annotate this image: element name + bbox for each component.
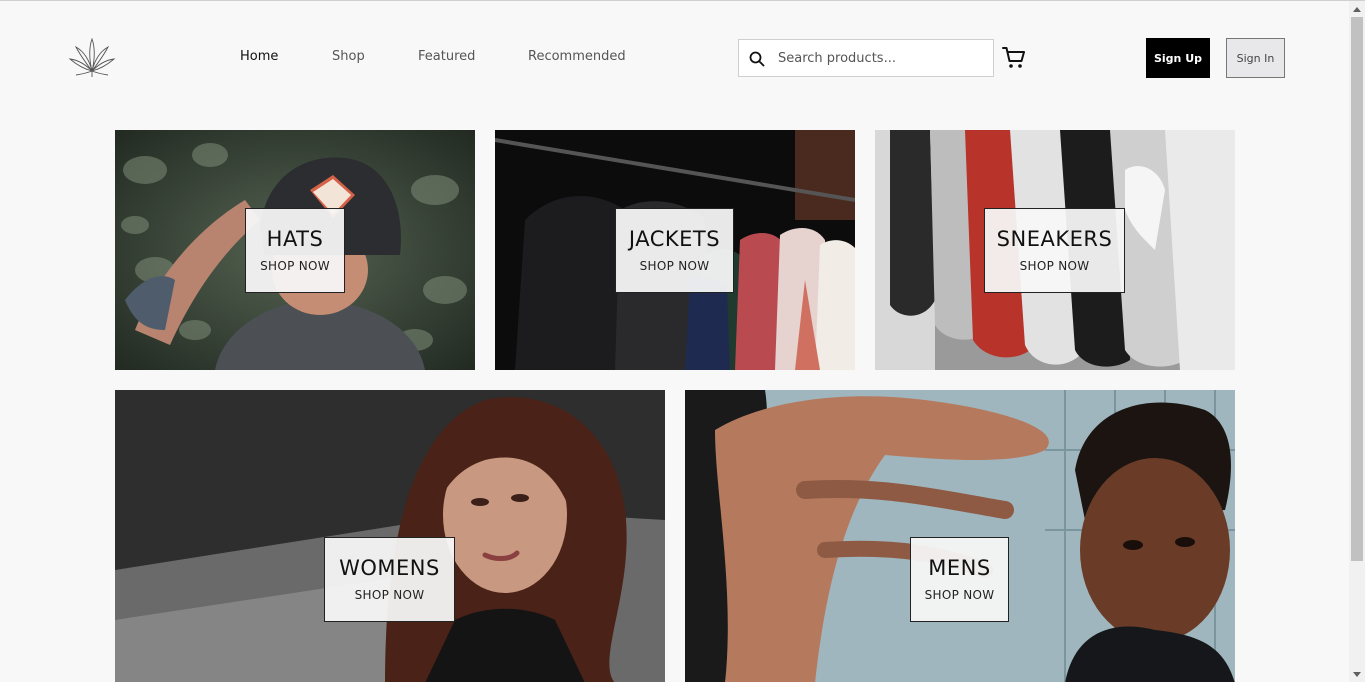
shop-now-link[interactable]: SHOP NOW [325, 588, 454, 602]
category-title: SNEAKERS [996, 227, 1113, 251]
category-title: HATS [266, 227, 324, 251]
category-label-box[interactable]: SNEAKERS SHOP NOW [984, 208, 1125, 293]
category-tile-mens[interactable]: MENS SHOP NOW [685, 390, 1235, 682]
scroll-down-icon[interactable] [1353, 672, 1361, 677]
category-title: JACKETS [628, 227, 721, 251]
site-header: Home Shop Featured Recommended Sign Up S… [0, 1, 1349, 116]
cannabis-leaf-icon[interactable] [68, 37, 116, 79]
search-icon [749, 51, 765, 67]
category-tile-sneakers[interactable]: SNEAKERS SHOP NOW [875, 130, 1235, 370]
category-label-box[interactable]: MENS SHOP NOW [910, 537, 1009, 622]
category-label-box[interactable]: HATS SHOP NOW [245, 208, 345, 293]
category-label-box[interactable]: JACKETS SHOP NOW [615, 208, 734, 293]
shop-now-link[interactable]: SHOP NOW [246, 259, 344, 273]
search-input[interactable] [778, 40, 988, 76]
vertical-scrollbar[interactable] [1349, 1, 1365, 682]
shop-now-link[interactable]: SHOP NOW [616, 259, 733, 273]
nav-featured[interactable]: Featured [418, 49, 475, 64]
nav-shop[interactable]: Shop [332, 49, 365, 64]
cart-icon[interactable] [1002, 46, 1026, 74]
shop-now-link[interactable]: SHOP NOW [911, 588, 1008, 602]
nav-recommended[interactable]: Recommended [528, 49, 626, 64]
category-label-box[interactable]: WOMENS SHOP NOW [324, 537, 455, 622]
category-tile-jackets[interactable]: JACKETS SHOP NOW [495, 130, 855, 370]
category-title: MENS [928, 556, 991, 580]
sign-in-button[interactable]: Sign In [1226, 38, 1285, 78]
category-title: WOMENS [339, 556, 440, 580]
nav-home[interactable]: Home [240, 49, 278, 64]
scroll-up-icon[interactable] [1353, 7, 1361, 12]
womens-photo [115, 390, 665, 682]
shop-now-link[interactable]: SHOP NOW [985, 259, 1124, 273]
search-box [738, 39, 994, 77]
sign-up-button[interactable]: Sign Up [1146, 38, 1210, 78]
scrollbar-thumb[interactable] [1351, 17, 1363, 561]
category-tile-womens[interactable]: WOMENS SHOP NOW [115, 390, 665, 682]
mens-photo [685, 390, 1235, 682]
category-tile-hats[interactable]: HATS SHOP NOW [115, 130, 475, 370]
